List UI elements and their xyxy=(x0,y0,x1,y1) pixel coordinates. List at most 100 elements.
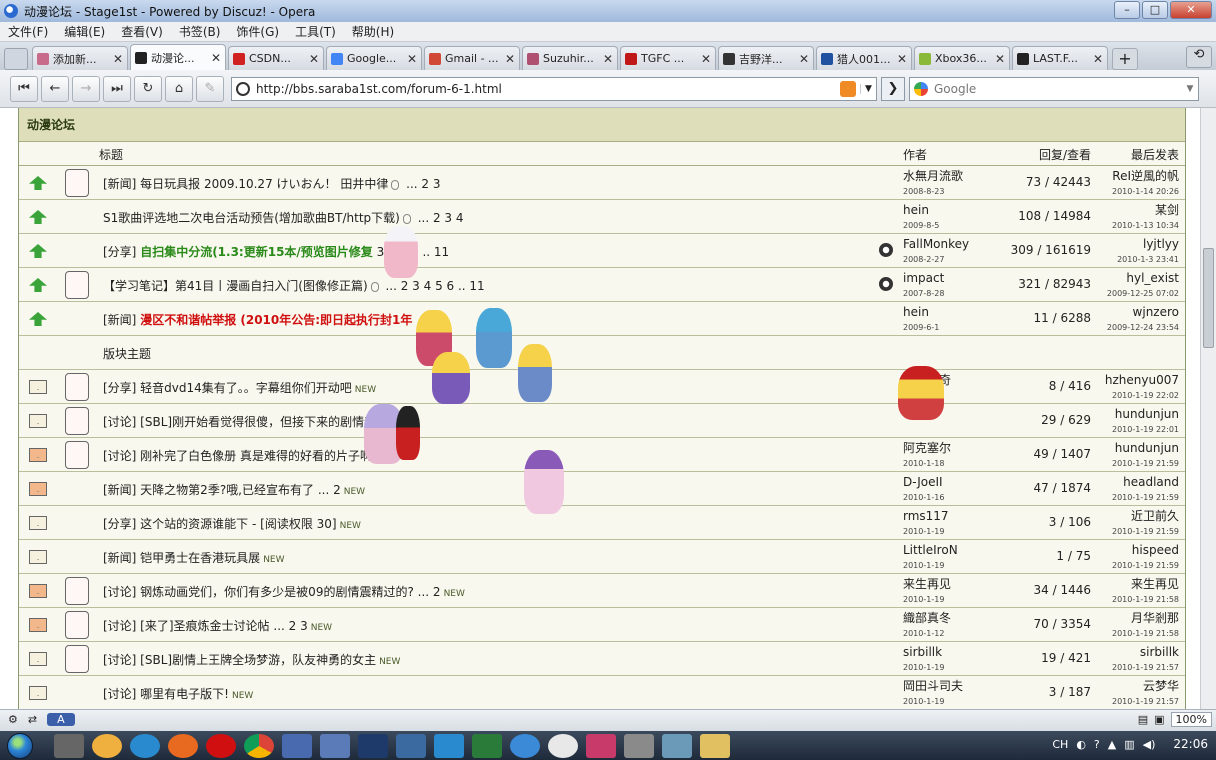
excel-icon[interactable] xyxy=(472,733,502,758)
network-tray-icon[interactable]: ▥ xyxy=(1124,738,1134,751)
page-links[interactable]: ... 2 3 4 xyxy=(418,211,464,225)
thread-title-link[interactable]: [新闻] 天降之物第2季?哦,已经宣布有了 xyxy=(103,483,314,497)
author-name[interactable]: hein xyxy=(903,305,929,319)
menu-item[interactable]: 饰件(G) xyxy=(236,23,279,40)
tab-close-icon[interactable]: ✕ xyxy=(995,52,1005,66)
rewind-button[interactable]: ⏮ xyxy=(10,75,38,102)
photoshop-icon[interactable] xyxy=(358,733,388,758)
fast-forward-button[interactable]: ⏭ xyxy=(103,75,131,102)
ime-icon[interactable]: ◐ xyxy=(1076,738,1086,751)
rss-icon[interactable] xyxy=(840,80,856,97)
thread-title[interactable]: [新闻] 铠甲勇士在香港玩具展 NEW xyxy=(103,549,285,566)
help-icon[interactable]: ? xyxy=(1094,738,1100,751)
thread-title-link[interactable]: [讨论] 钢炼动画党们，你们有多少是被09的剧情震精过的? xyxy=(103,585,414,599)
thread-title[interactable]: [新闻] 天降之物第2季?哦,已经宣布有了 ... 2 NEW xyxy=(103,481,365,498)
search-box[interactable]: Google ▼ xyxy=(909,76,1199,101)
menu-item[interactable]: 工具(T) xyxy=(295,23,336,40)
wand-button[interactable]: ✎ xyxy=(196,75,224,102)
browser-tab[interactable]: LAST.F... ✕ xyxy=(1012,46,1108,70)
tab-close-icon[interactable]: ✕ xyxy=(407,52,417,66)
tab-close-icon[interactable]: ✕ xyxy=(211,51,221,65)
browser-tab[interactable]: Suzuhir... ✕ xyxy=(522,46,618,70)
thread-title[interactable]: [讨论] 钢炼动画党们，你们有多少是被09的剧情震精过的? ... 2 NEW xyxy=(103,583,465,600)
opera-taskbar-icon[interactable] xyxy=(206,733,236,758)
author-name[interactable]: hein xyxy=(903,203,929,217)
thread-title[interactable]: [新闻] 漫区不和谐帖举报 (2010年公告:即日起执行封1年 xyxy=(103,311,412,328)
thread-title[interactable]: [分享] 这个站的资源谁能下 - [阅读权限 30] NEW xyxy=(103,515,361,532)
author-name[interactable]: 来生再见 xyxy=(903,577,951,591)
last-poster[interactable]: headland xyxy=(1123,475,1179,489)
tab-close-icon[interactable]: ✕ xyxy=(897,52,907,66)
last-poster[interactable]: lyjtlyy xyxy=(1143,237,1179,251)
thread-title-link[interactable]: [分享] 轻音dvd14集有了。。字幕组你们开动吧 xyxy=(103,381,352,395)
page-links[interactable]: ... 2 3 4 5 6 .. 11 xyxy=(385,279,484,293)
page-links[interactable]: ... 2 3 xyxy=(406,177,440,191)
taskbar-app-icon[interactable] xyxy=(130,733,160,758)
thread-title[interactable]: 【学习笔记】第41目丨漫画自扫入门(图像修正篇) ... 2 3 4 5 6 .… xyxy=(103,277,485,294)
taskbar-app-icon[interactable] xyxy=(320,733,350,758)
view-mode-chip[interactable]: A xyxy=(47,713,75,726)
address-dropdown-icon[interactable]: ▼ xyxy=(860,83,876,94)
thread-title[interactable]: [讨论] [SBL]刚开始看觉得很傻，但接下来的剧情越NEW xyxy=(103,413,400,430)
menu-item[interactable]: 帮助(H) xyxy=(352,23,394,40)
explorer-icon[interactable] xyxy=(700,733,730,758)
taskbar-app-icon[interactable] xyxy=(434,733,464,758)
search-input[interactable]: Google xyxy=(934,82,1182,96)
browser-tab[interactable]: Xbox36... ✕ xyxy=(914,46,1010,70)
view-icon[interactable]: ▣ xyxy=(1154,713,1164,726)
clock[interactable]: 22:06 xyxy=(1173,737,1208,751)
last-poster[interactable]: hzhenyu007 xyxy=(1105,373,1179,387)
thread-title-link[interactable]: [讨论] [SBL]剧情上王牌全场梦游，队友神勇的女主 xyxy=(103,653,376,667)
browser-tab[interactable]: Google... ✕ xyxy=(326,46,422,70)
last-poster[interactable]: 某剑 xyxy=(1155,203,1179,217)
firefox-icon[interactable] xyxy=(168,733,198,758)
page-links[interactable]: ... 2 xyxy=(418,585,441,599)
thread-title-link[interactable]: [讨论] 哪里有电子版下! xyxy=(103,687,229,701)
vertical-scrollbar[interactable] xyxy=(1200,108,1216,709)
forward-button[interactable]: → xyxy=(72,75,100,102)
tab-close-icon[interactable]: ✕ xyxy=(799,52,809,66)
author-name[interactable]: sirbillk xyxy=(903,645,942,659)
thread-title-link[interactable]: 【学习笔记】第41目丨漫画自扫入门(图像修正篇) xyxy=(103,279,368,293)
thread-title-link[interactable]: S1歌曲评选地二次电台活动预告(增加歌曲BT/http下载) xyxy=(103,211,400,225)
last-poster[interactable]: 来生再见 xyxy=(1131,577,1179,591)
author-name[interactable]: D-JoeII xyxy=(903,475,943,489)
browser-tab[interactable]: 吉野洋... ✕ xyxy=(718,46,814,70)
tab-close-icon[interactable]: ✕ xyxy=(113,52,123,66)
new-tab-button[interactable]: + xyxy=(1112,48,1138,70)
browser-tab[interactable]: 动漫论... ✕ xyxy=(130,44,226,70)
search-dropdown-icon[interactable]: ▼ xyxy=(1182,84,1198,94)
browser-tab[interactable]: Gmail - ... ✕ xyxy=(424,46,520,70)
thread-title[interactable]: [讨论] 刚补完了白色像册 真是难得的好看的片子啊.NEW xyxy=(103,447,400,464)
last-poster[interactable]: 月华剎那 xyxy=(1131,611,1179,625)
volume-icon[interactable]: ◀) xyxy=(1143,738,1156,751)
taskbar-app-icon[interactable] xyxy=(396,733,426,758)
taskbar-app-icon[interactable] xyxy=(92,733,122,758)
tab-close-icon[interactable]: ✕ xyxy=(309,52,319,66)
thread-title-link[interactable]: [讨论] [来了]圣痕炼金士讨论帖 xyxy=(103,619,270,633)
page-links[interactable]: ... 2 xyxy=(318,483,341,497)
author-name[interactable]: 水無月流歌 xyxy=(903,169,963,183)
panel-icon[interactable]: ▤ xyxy=(1138,713,1148,726)
tab-close-icon[interactable]: ✕ xyxy=(603,52,613,66)
closed-tabs-trash-icon[interactable]: ⟲ xyxy=(1186,46,1212,68)
author-name[interactable]: 阿克塞尔 xyxy=(903,441,951,455)
taskbar-app-icon[interactable] xyxy=(586,733,616,758)
menu-item[interactable]: 查看(V) xyxy=(121,23,163,40)
last-poster[interactable]: ReI逆風的帆 xyxy=(1112,169,1179,183)
tab-close-icon[interactable]: ✕ xyxy=(701,52,711,66)
taskbar-app-icon[interactable] xyxy=(54,733,84,758)
tray-expand-icon[interactable]: ▲ xyxy=(1108,738,1116,751)
author-name[interactable]: LittleIroN xyxy=(903,543,958,557)
qq-icon[interactable] xyxy=(548,733,578,758)
thread-title-link[interactable]: [讨论] [SBL]刚开始看觉得很傻，但接下来的剧情越 xyxy=(103,415,376,429)
last-poster[interactable]: hyl_exist xyxy=(1126,271,1179,285)
last-poster[interactable]: 云梦华 xyxy=(1143,679,1179,693)
network-icon[interactable]: ⇄ xyxy=(28,713,37,726)
tools-icon[interactable]: ⚙ xyxy=(8,713,18,726)
taskbar-app-icon[interactable] xyxy=(624,733,654,758)
zoom-level[interactable]: 100% xyxy=(1170,712,1212,727)
last-poster[interactable]: hispeed xyxy=(1132,543,1179,557)
thread-title[interactable]: [讨论] [SBL]剧情上王牌全场梦游，队友神勇的女主 NEW xyxy=(103,651,400,668)
thread-title-link[interactable]: 自扫集中分流(1.3:更新15本/预览图片修复 xyxy=(140,245,373,259)
